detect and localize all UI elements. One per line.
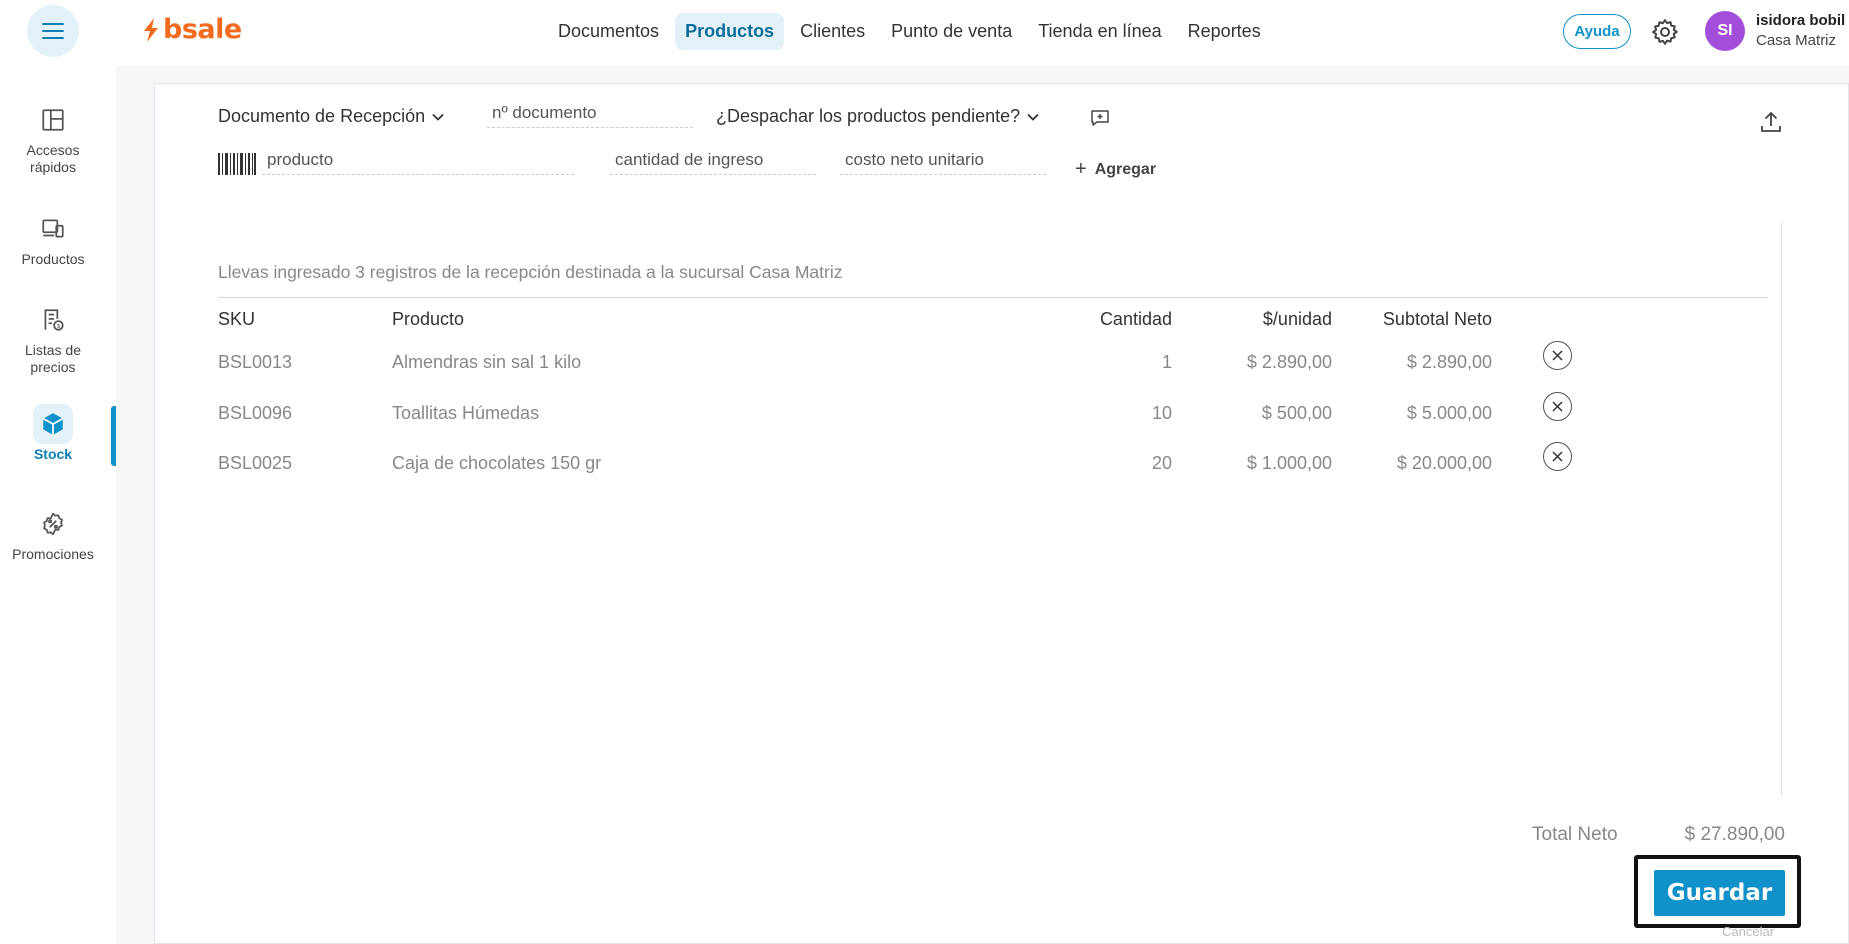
document-type-value: Documento de Recepción bbox=[218, 106, 426, 126]
panel-divider bbox=[1781, 222, 1782, 795]
devices-icon bbox=[33, 209, 73, 249]
column-header-product: Producto bbox=[392, 309, 465, 329]
close-icon bbox=[1552, 451, 1563, 462]
user-name[interactable]: isidora bobil bbox=[1756, 12, 1845, 29]
total-net-value: $ 27.890,00 bbox=[1684, 824, 1785, 845]
document-number-input[interactable]: nº documento bbox=[487, 101, 693, 128]
reception-card bbox=[154, 83, 1849, 944]
main-nav: Documentos Productos Clientes Punto de v… bbox=[548, 12, 1277, 50]
remove-row-button[interactable] bbox=[1543, 392, 1572, 421]
help-button[interactable]: Ayuda bbox=[1563, 14, 1631, 49]
dispatch-pending-label: ¿Despachar los productos pendiente? bbox=[716, 106, 1021, 126]
nav-clientes[interactable]: Clientes bbox=[790, 13, 875, 50]
column-header-quantity: Cantidad bbox=[1099, 309, 1172, 329]
user-branch: Casa Matriz bbox=[1756, 32, 1837, 49]
add-button-label: Agregar bbox=[1094, 160, 1157, 178]
barcode-icon[interactable] bbox=[218, 153, 256, 179]
nav-punto-de-venta[interactable]: Punto de venta bbox=[881, 13, 1022, 50]
nav-documentos[interactable]: Documentos bbox=[548, 13, 669, 50]
plus-icon: + bbox=[1075, 158, 1087, 180]
sidebar-item-accesos-rapidos[interactable]: Accesos rápidos bbox=[0, 100, 106, 176]
box-icon bbox=[33, 404, 73, 444]
sidebar-item-stock[interactable]: Stock bbox=[0, 404, 106, 463]
sidebar-item-label: Accesos rápidos bbox=[26, 142, 80, 175]
row-sku: BSL0013 bbox=[218, 352, 293, 372]
row-subtotal: $ 5.000,00 bbox=[1406, 403, 1492, 423]
row-subtotal: $ 20.000,00 bbox=[1396, 453, 1492, 473]
column-header-unit-price: $/unidad bbox=[1262, 309, 1332, 329]
add-button[interactable]: + Agregar bbox=[1075, 158, 1156, 181]
row-product: Toallitas Húmedas bbox=[392, 403, 540, 423]
column-header-sku: SKU bbox=[218, 309, 256, 329]
row-unit-price: $ 2.890,00 bbox=[1246, 352, 1332, 372]
close-icon bbox=[1552, 401, 1563, 412]
nav-reportes[interactable]: Reportes bbox=[1178, 13, 1271, 50]
product-input[interactable]: producto bbox=[262, 148, 574, 175]
discount-badge-icon bbox=[33, 504, 73, 544]
column-header-subtotal: Subtotal Neto bbox=[1382, 309, 1492, 329]
avatar[interactable]: SI bbox=[1705, 11, 1745, 51]
bolt-icon bbox=[144, 17, 158, 42]
row-unit-price: $ 500,00 bbox=[1261, 403, 1332, 423]
sidebar-item-label: Listas de precios bbox=[24, 342, 82, 375]
remove-row-button[interactable] bbox=[1543, 341, 1572, 370]
sidebar-item-promociones[interactable]: Promociones bbox=[0, 504, 106, 563]
sidebar-item-label: Productos bbox=[21, 251, 85, 267]
row-subtotal: $ 2.890,00 bbox=[1406, 352, 1492, 372]
sidebar-item-label: Promociones bbox=[12, 546, 94, 562]
row-product: Caja de chocolates 150 gr bbox=[392, 453, 602, 473]
row-quantity: 20 bbox=[1151, 453, 1172, 473]
row-sku: BSL0025 bbox=[218, 453, 293, 473]
close-icon bbox=[1552, 350, 1563, 361]
row-quantity: 1 bbox=[1161, 352, 1172, 372]
hamburger-icon bbox=[42, 21, 64, 42]
chevron-down-icon bbox=[432, 113, 444, 121]
upload-icon[interactable] bbox=[1760, 110, 1782, 134]
document-type-select[interactable]: Documento de Recepción bbox=[218, 106, 445, 127]
sidebar: Accesos rápidos Productos $ Listas de pr… bbox=[0, 66, 116, 944]
remove-row-button[interactable] bbox=[1543, 442, 1572, 471]
price-list-icon: $ bbox=[33, 300, 73, 340]
add-comment-icon[interactable] bbox=[1090, 108, 1110, 128]
row-sku: BSL0096 bbox=[218, 403, 293, 423]
nav-productos[interactable]: Productos bbox=[675, 12, 785, 50]
logo-text: bsale bbox=[163, 14, 242, 45]
dispatch-pending-select[interactable]: ¿Despachar los productos pendiente? bbox=[716, 106, 1040, 127]
gear-icon[interactable] bbox=[1650, 17, 1680, 47]
total-net-label: Total Neto bbox=[1532, 824, 1618, 845]
nav-tienda-en-linea[interactable]: Tienda en línea bbox=[1028, 13, 1171, 50]
unit-cost-input[interactable]: costo neto unitario bbox=[840, 148, 1046, 175]
sidebar-item-listas-de-precios[interactable]: $ Listas de precios bbox=[0, 300, 106, 376]
chevron-down-icon bbox=[1027, 113, 1039, 121]
row-product: Almendras sin sal 1 kilo bbox=[392, 352, 582, 372]
cancel-link[interactable]: Cancelar bbox=[1722, 924, 1774, 939]
svg-text:$: $ bbox=[57, 322, 61, 330]
sidebar-item-label: Stock bbox=[33, 446, 73, 462]
records-message: Llevas ingresado 3 registros de la recep… bbox=[218, 262, 843, 282]
menu-button[interactable] bbox=[27, 5, 79, 57]
save-button[interactable]: Guardar bbox=[1654, 870, 1785, 916]
row-unit-price: $ 1.000,00 bbox=[1246, 453, 1332, 473]
row-quantity: 10 bbox=[1151, 403, 1172, 423]
layout-icon bbox=[33, 100, 73, 140]
top-bar: bsale Documentos Productos Clientes Punt… bbox=[0, 0, 1849, 66]
bsale-logo[interactable]: bsale bbox=[142, 14, 242, 45]
quantity-input[interactable]: cantidad de ingreso bbox=[610, 148, 816, 175]
table-divider bbox=[218, 297, 1768, 298]
sidebar-item-productos[interactable]: Productos bbox=[0, 209, 106, 268]
